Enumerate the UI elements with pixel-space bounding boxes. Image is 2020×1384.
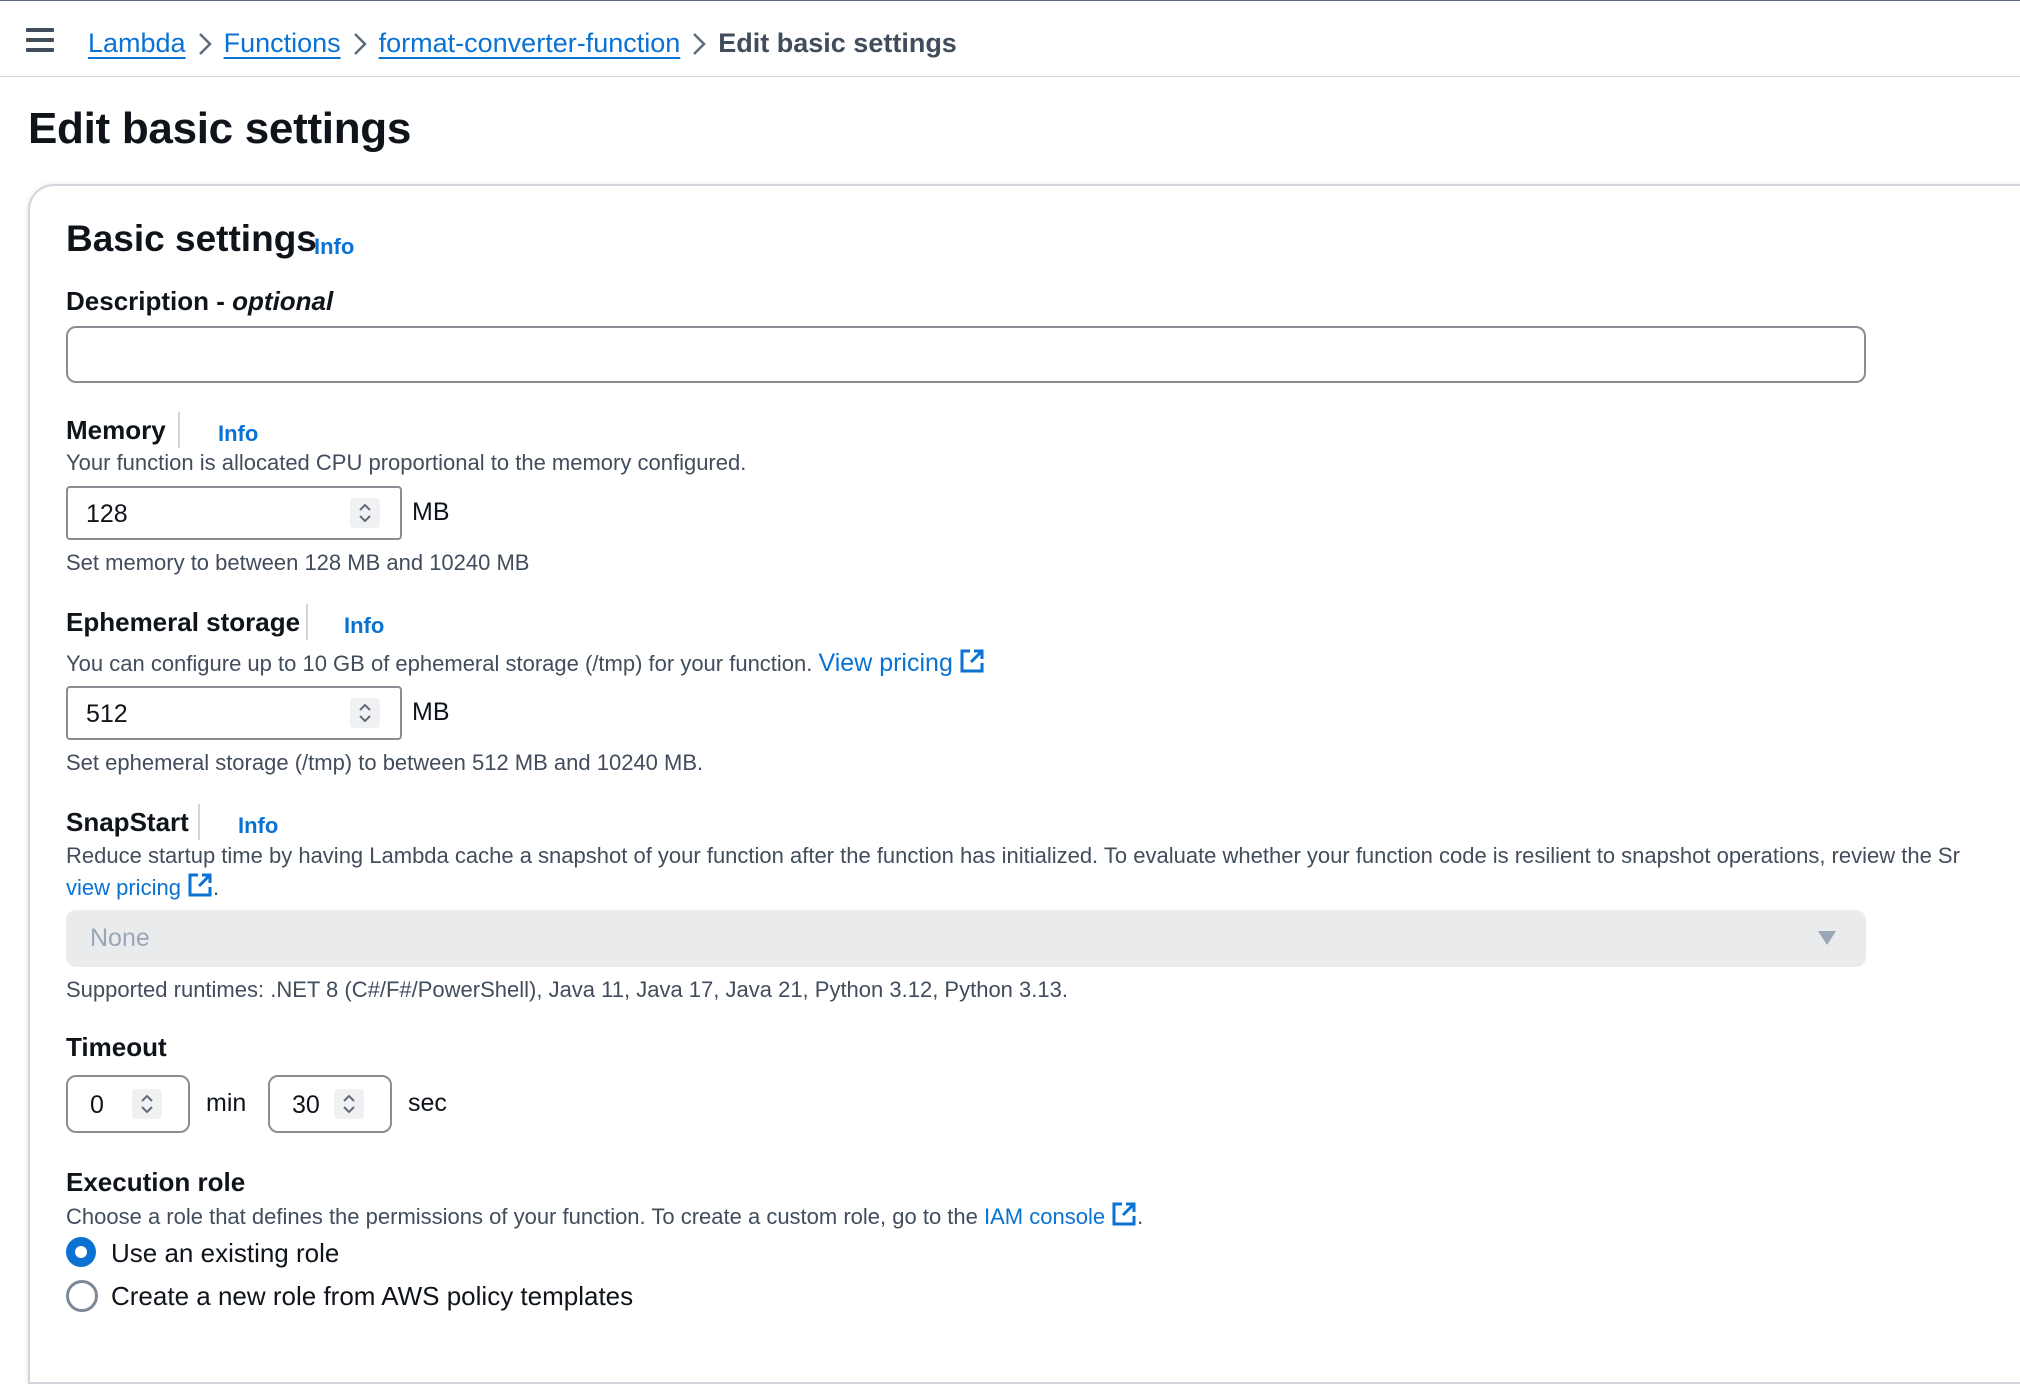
snapstart-view-pricing-link[interactable]: view pricing <box>66 873 213 900</box>
description-label: Description - optional <box>66 286 334 316</box>
snapstart-help-text: Reduce startup time by having Lambda cac… <box>66 843 1960 868</box>
timeout-sec-unit: sec <box>408 1089 447 1117</box>
timeout-min-unit: min <box>206 1089 247 1117</box>
timeout-sec-value: 30 <box>292 1091 320 1119</box>
description-input[interactable] <box>66 326 1866 383</box>
breadcrumb-lambda[interactable]: Lambda <box>88 28 186 59</box>
radio-existing-role-label[interactable]: Use an existing role <box>111 1238 339 1269</box>
memory-constraint-text: Set memory to between 128 MB and 10240 M… <box>66 550 530 575</box>
external-link-icon <box>1112 1202 1136 1226</box>
snapstart-pricing-line: view pricing. <box>66 872 219 901</box>
timeout-min-value: 0 <box>90 1091 104 1119</box>
snapstart-selected-value: None <box>90 924 150 952</box>
radio-new-role-from-templates[interactable] <box>66 1280 98 1312</box>
basic-settings-info-link[interactable]: Info <box>314 234 354 260</box>
radio-new-role-label[interactable]: Create a new role from AWS policy templa… <box>111 1281 633 1312</box>
breadcrumb-current: Edit basic settings <box>718 27 957 58</box>
ephemeral-storage-input[interactable]: 512 <box>66 686 402 740</box>
breadcrumb-function-name[interactable]: format-converter-function <box>379 28 681 59</box>
chevron-right-icon <box>186 28 224 59</box>
chevron-right-icon <box>680 28 718 59</box>
ephemeral-storage-label: Ephemeral storage <box>66 607 301 637</box>
ephemeral-storage-help-text: You can configure up to 10 GB of ephemer… <box>66 648 985 678</box>
basic-settings-panel: Basic settings Info Description - option… <box>28 184 2020 1384</box>
top-bar: Lambda Functions format-converter-functi… <box>0 0 2020 77</box>
snapstart-label: SnapStart <box>66 807 189 837</box>
breadcrumb: Lambda Functions format-converter-functi… <box>88 23 957 63</box>
memory-unit: MB <box>412 498 450 526</box>
stepper-icon[interactable] <box>350 698 380 728</box>
memory-info-link[interactable]: Info <box>218 421 258 447</box>
external-link-icon <box>188 873 212 897</box>
stepper-icon[interactable] <box>132 1089 162 1119</box>
breadcrumb-functions[interactable]: Functions <box>224 28 341 59</box>
menu-icon[interactable] <box>26 28 56 52</box>
radio-existing-role[interactable] <box>66 1237 96 1267</box>
page-title: Edit basic settings <box>28 104 412 153</box>
stepper-icon[interactable] <box>334 1089 364 1119</box>
ephemeral-storage-value: 512 <box>86 700 128 728</box>
memory-input[interactable]: 128 <box>66 486 402 540</box>
execution-role-help-text: Choose a role that defines the permissio… <box>66 1201 1143 1230</box>
ephemeral-storage-constraint-text: Set ephemeral storage (/tmp) to between … <box>66 750 704 775</box>
section-title: Basic settings <box>66 218 317 259</box>
snapstart-supported-runtimes: Supported runtimes: .NET 8 (C#/F#/PowerS… <box>66 977 1068 1002</box>
timeout-label: Timeout <box>66 1032 167 1062</box>
memory-value: 128 <box>86 500 128 528</box>
stepper-icon[interactable] <box>350 498 380 528</box>
view-pricing-link[interactable]: View pricing <box>819 649 985 677</box>
timeout-sec-input[interactable]: 30 <box>268 1075 392 1133</box>
ephemeral-storage-info-link[interactable]: Info <box>344 613 384 639</box>
caret-down-icon <box>1818 931 1836 945</box>
timeout-min-input[interactable]: 0 <box>66 1075 190 1133</box>
divider <box>306 604 308 640</box>
chevron-right-icon <box>341 28 379 59</box>
memory-label: Memory <box>66 415 166 445</box>
ephemeral-storage-unit: MB <box>412 698 450 726</box>
memory-help-text: Your function is allocated CPU proportio… <box>66 450 747 475</box>
divider <box>178 412 180 448</box>
execution-role-label: Execution role <box>66 1167 246 1197</box>
external-link-icon <box>960 649 984 673</box>
iam-console-link[interactable]: IAM console <box>984 1202 1137 1229</box>
divider <box>198 804 200 840</box>
snapstart-info-link[interactable]: Info <box>238 813 278 839</box>
snapstart-select: None <box>66 910 1866 967</box>
